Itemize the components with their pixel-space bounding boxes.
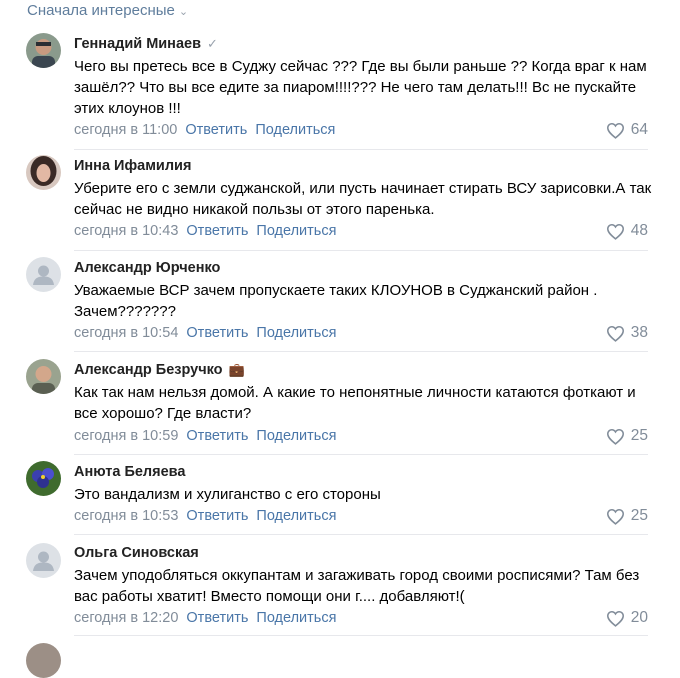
comment-time[interactable]: сегодня в 10:54: [74, 325, 178, 341]
avatar[interactable]: [26, 33, 61, 68]
share-button[interactable]: Поделиться: [255, 122, 335, 138]
comment-author[interactable]: Ольга Синовская: [74, 545, 199, 561]
avatar[interactable]: [26, 543, 61, 578]
chevron-down-icon: ⌄: [178, 5, 189, 18]
comment-author[interactable]: Анюта Беляева: [74, 464, 185, 480]
like-button[interactable]: 25: [606, 427, 648, 445]
like-count: 38: [630, 324, 648, 341]
share-button[interactable]: Поделиться: [256, 610, 336, 626]
like-count: 25: [630, 427, 648, 444]
avatar[interactable]: [26, 257, 61, 292]
heart-icon: [606, 428, 624, 445]
avatar[interactable]: [26, 643, 61, 678]
like-button[interactable]: 48: [606, 222, 648, 240]
divider: [74, 250, 648, 251]
author-name: Геннадий Минаев: [74, 36, 201, 52]
comment-author[interactable]: Инна Ифамилия: [74, 158, 191, 174]
divider: [74, 635, 648, 636]
comment-text: Уважаемые ВСР зачем пропускаете таких КЛ…: [74, 282, 598, 320]
comment-author[interactable]: Геннадий Минаев ✓: [74, 36, 218, 52]
briefcase-icon: 💼: [228, 362, 245, 377]
comment-meta: сегодня в 12:20 Ответить Поделиться: [74, 610, 336, 626]
reply-button[interactable]: Ответить: [186, 325, 248, 341]
comment-text: Зачем уподобляться оккупантам и загажива…: [74, 567, 640, 605]
author-name: Ольга Синовская: [74, 545, 199, 561]
author-name: Инна Ифамилия: [74, 158, 192, 174]
like-button[interactable]: 64: [606, 121, 648, 139]
heart-icon: [606, 508, 624, 525]
comment-time[interactable]: сегодня в 10:53: [74, 508, 178, 524]
comment-meta: сегодня в 10:59 Ответить Поделиться: [74, 428, 336, 444]
heart-icon: [606, 223, 624, 240]
share-button[interactable]: Поделиться: [256, 428, 336, 444]
avatar[interactable]: [26, 461, 61, 496]
divider: [74, 149, 648, 150]
like-button[interactable]: 38: [606, 324, 648, 342]
avatar[interactable]: [26, 359, 61, 394]
comment-time[interactable]: сегодня в 12:20: [74, 610, 178, 626]
comment-meta: сегодня в 11:00 Ответить Поделиться: [74, 122, 335, 138]
divider: [74, 351, 648, 352]
divider: [74, 534, 648, 535]
reply-button[interactable]: Ответить: [186, 610, 248, 626]
comment-text: Чего вы претесь все в Суджу сейчас ??? Г…: [74, 58, 647, 117]
comment-time[interactable]: сегодня в 10:43: [74, 223, 178, 239]
sort-dropdown[interactable]: Сначала интересные ⌄: [27, 0, 188, 20]
like-button[interactable]: 25: [606, 507, 648, 525]
like-button[interactable]: 20: [606, 609, 648, 627]
author-name: Александр Юрченко: [74, 260, 221, 276]
comment-text: Как так нам нельзя домой. А какие то неп…: [74, 384, 636, 422]
share-button[interactable]: Поделиться: [256, 223, 336, 239]
comment-meta: сегодня в 10:43 Ответить Поделиться: [74, 223, 336, 239]
author-name: Анюта Беляева: [74, 464, 186, 480]
comment-author[interactable]: Александр Юрченко: [74, 260, 220, 276]
like-count: 48: [630, 222, 648, 239]
avatar[interactable]: [26, 155, 61, 190]
like-count: 64: [630, 121, 648, 138]
verified-icon: ✓: [206, 36, 218, 51]
comment-meta: сегодня в 10:54 Ответить Поделиться: [74, 325, 336, 341]
sort-label: Сначала интересные: [27, 1, 175, 19]
reply-button[interactable]: Ответить: [186, 223, 248, 239]
reply-button[interactable]: Ответить: [186, 508, 248, 524]
like-count: 25: [630, 507, 648, 524]
share-button[interactable]: Поделиться: [256, 325, 336, 341]
comment-meta: сегодня в 10:53 Ответить Поделиться: [74, 508, 336, 524]
reply-button[interactable]: Ответить: [185, 122, 247, 138]
heart-icon: [606, 122, 624, 139]
comment-time[interactable]: сегодня в 10:59: [74, 428, 178, 444]
reply-button[interactable]: Ответить: [186, 428, 248, 444]
comment-text: Это вандализм и хулиганство с его сторон…: [74, 486, 381, 503]
comment-time[interactable]: сегодня в 11:00: [74, 122, 177, 138]
heart-icon: [606, 325, 624, 342]
comment-text: Уберите его с земли суджанской, или пуст…: [74, 180, 652, 218]
heart-icon: [606, 610, 624, 627]
author-name: Александр Безручко: [74, 362, 223, 378]
share-button[interactable]: Поделиться: [256, 508, 336, 524]
like-count: 20: [630, 609, 648, 626]
divider: [74, 454, 648, 455]
comment-author[interactable]: Александр Безручко 💼: [74, 362, 245, 378]
